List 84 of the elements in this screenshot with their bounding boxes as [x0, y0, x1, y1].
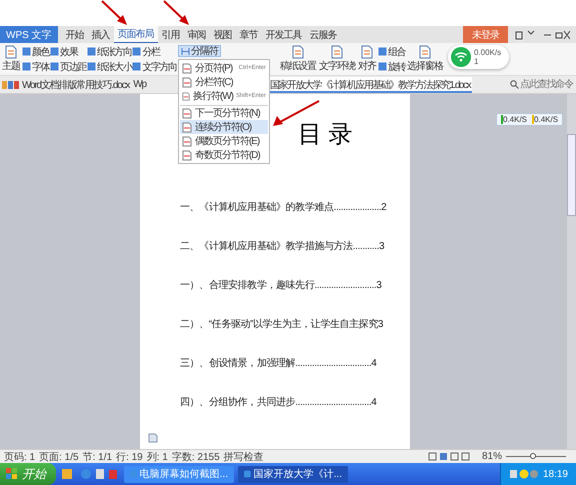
- document-tab[interactable]: Wp: [131, 76, 148, 92]
- square-icon: [22, 47, 31, 56]
- annotation-arrow: [162, 0, 192, 26]
- app-icon: [244, 469, 251, 479]
- page-break-icon: [182, 62, 192, 74]
- download-speed: 0.4K/S: [501, 115, 528, 124]
- ribbon-button[interactable]: 纸张方向: [87, 44, 132, 58]
- toc-entry: 四）、分组协作，共同进步................................4: [180, 396, 378, 409]
- document-title: 目 录: [298, 120, 354, 150]
- menu-tab[interactable]: 引用: [158, 26, 184, 43]
- menu-tab[interactable]: 页面布局: [114, 26, 158, 43]
- menu-tab[interactable]: 插入: [88, 26, 114, 43]
- clock: 18:19: [542, 468, 568, 480]
- ribbon-button[interactable]: 文字环绕: [318, 45, 356, 73]
- ribbon-button[interactable]: 旋转: [378, 60, 406, 74]
- quick-access-icon[interactable]: [2, 80, 20, 90]
- square-icon: [132, 47, 142, 56]
- page-break-icon: [182, 108, 192, 118]
- taskbar-window-button[interactable]: 国家开放大学《计...: [238, 466, 348, 482]
- network-speed: 0.00K/s: [474, 48, 502, 57]
- ribbon-button[interactable]: 组合: [378, 44, 406, 58]
- ribbon-button[interactable]: 字体: [22, 60, 50, 74]
- break-icon: [180, 46, 190, 56]
- page-break-icon: [182, 122, 192, 132]
- ribbon-button[interactable]: 颜色: [22, 44, 50, 58]
- square-icon: [132, 62, 142, 71]
- menu-item[interactable]: 连续分节符(O): [180, 120, 268, 134]
- menu-tab[interactable]: 云服务: [306, 26, 341, 43]
- status-item: 页面: 1/5: [39, 450, 79, 464]
- ribbon-button[interactable]: 页边距: [50, 60, 86, 74]
- separator-menu-button[interactable]: 分隔符: [178, 45, 221, 57]
- tray-icons[interactable]: [508, 468, 539, 480]
- square-icon: [50, 47, 60, 56]
- status-item: 节: 1/1: [82, 450, 112, 464]
- window-controls-icon[interactable]: [514, 30, 570, 40]
- upload-speed: 0.4K/S: [532, 115, 558, 124]
- ribbon-button[interactable]: 纸张大小: [87, 60, 132, 74]
- status-item: 列: 1: [146, 450, 168, 464]
- document-icon[interactable]: [148, 433, 158, 443]
- ribbon-button[interactable]: 效果: [50, 44, 86, 58]
- square-icon: [87, 62, 96, 71]
- ribbon-button[interactable]: 对齐: [356, 45, 377, 73]
- toc-entry: 二、《计算机应用基础》教学措施与方法...........3: [180, 240, 386, 253]
- ribbon-button[interactable]: 稿纸设置: [278, 45, 317, 73]
- square-icon: [50, 62, 60, 71]
- document-tab[interactable]: Word文档排版常用技巧.docx: [20, 76, 132, 92]
- menu-tab[interactable]: 审阅: [184, 26, 210, 43]
- status-item: 行: 19: [116, 450, 143, 464]
- toc-entry: 一、《计算机应用基础》的教学难点....................2: [180, 200, 388, 214]
- scrollbar[interactable]: [567, 94, 576, 449]
- square-icon: [378, 62, 387, 71]
- menu-tab[interactable]: 开发工具: [262, 26, 306, 43]
- page-break-icon: [182, 90, 190, 102]
- document-tab[interactable]: 国家开放大学《计算机应用基础》教学方法探究1.docx: [268, 76, 472, 92]
- zoom-level: 81%: [482, 451, 502, 462]
- menu-tab[interactable]: 章节: [236, 26, 262, 43]
- page-break-icon: [182, 76, 192, 88]
- square-icon: [22, 62, 31, 71]
- ribbon-button[interactable]: 主题: [1, 45, 21, 73]
- annotation-arrow: [100, 0, 130, 26]
- device-count: 1: [474, 57, 480, 66]
- ribbon-button[interactable]: 文字方向: [132, 60, 177, 74]
- toc-entry: 二）、“任务驱动”以学生为主，让学生自主探究3: [180, 318, 384, 331]
- status-item: 页码: 1: [4, 450, 36, 464]
- square-icon: [87, 47, 96, 56]
- toc-entry: 三）、创设情景，加强理解................................4: [180, 356, 378, 370]
- command-search-field[interactable]: 点此查找命令: [510, 79, 576, 90]
- page-break-icon: [182, 150, 192, 160]
- ribbon-button[interactable]: 选择窗格: [406, 45, 444, 73]
- toc-entry: 一）、合理安排教学，趣味先行..........................3: [180, 278, 382, 292]
- menu-tab[interactable]: 开始: [62, 26, 88, 43]
- app-menu-button[interactable]: WPS 文字: [0, 26, 58, 43]
- page-break-icon: [182, 136, 192, 146]
- status-item: 拼写检查: [224, 450, 264, 464]
- square-icon: [378, 47, 387, 56]
- search-icon: [510, 80, 519, 89]
- menu-tab[interactable]: 视图: [210, 26, 236, 43]
- menu-item[interactable]: 偶数页分节符(E): [180, 134, 268, 148]
- quick-launch-icon[interactable]: [60, 467, 120, 481]
- ribbon-button[interactable]: 分栏: [132, 44, 177, 58]
- windows-logo-icon: [6, 468, 18, 480]
- menu-item[interactable]: 分栏符(C): [180, 75, 268, 89]
- menu-item[interactable]: 奇数页分节符(D): [180, 148, 268, 162]
- status-item: 字数: 2155: [172, 450, 220, 464]
